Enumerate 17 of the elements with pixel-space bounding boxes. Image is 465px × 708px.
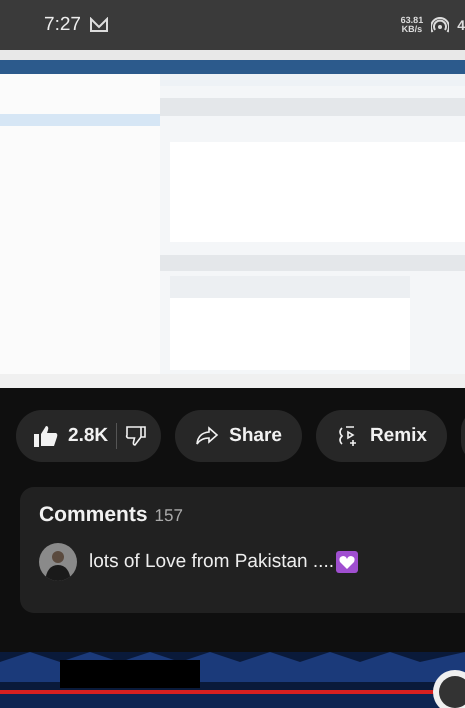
comment-text: lots of Love from Pakistan .... xyxy=(89,551,334,573)
thumbs-down-icon xyxy=(125,425,148,447)
like-button[interactable]: 2.8K xyxy=(34,425,108,447)
comment-count: 157 xyxy=(154,506,183,526)
thumbs-up-icon xyxy=(34,425,58,447)
mail-icon xyxy=(88,17,109,33)
clock-time: 7:27 xyxy=(44,14,81,36)
comments-title: Comments xyxy=(39,503,148,527)
share-button[interactable]: Share xyxy=(175,410,302,462)
comments-card[interactable]: Comments 157 lots of Love from Pakistan .... xyxy=(20,487,465,613)
dislike-button[interactable] xyxy=(125,425,148,447)
share-icon xyxy=(195,426,220,446)
remix-button[interactable]: Remix xyxy=(316,410,447,462)
hotspot-icon xyxy=(431,16,450,34)
network-speed: 63.81 KB/s xyxy=(400,16,424,34)
avatar xyxy=(39,543,77,581)
network-type: 4 xyxy=(457,17,465,33)
